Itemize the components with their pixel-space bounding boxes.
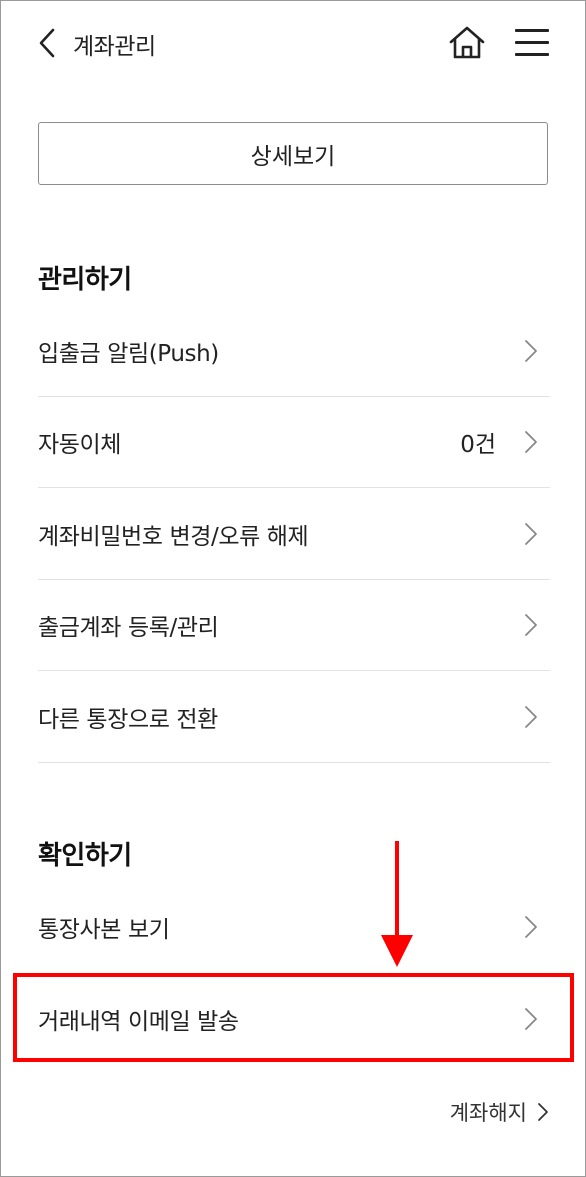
hamburger-menu-icon [515, 53, 549, 56]
menu-item-switch-account[interactable]: 다른 통장으로 전환 [38, 672, 550, 763]
chevron-right-icon [538, 1103, 548, 1121]
chevron-right-icon [525, 706, 537, 728]
section-title-manage: 관리하기 [38, 265, 132, 295]
chevron-right-icon [525, 523, 537, 545]
back-button[interactable] [33, 25, 63, 61]
home-button[interactable] [447, 23, 487, 63]
menu-item-label: 다른 통장으로 전환 [38, 707, 218, 733]
menu-item-label: 계좌비밀번호 변경/오류 해제 [38, 524, 309, 550]
app-screen: 계좌관리 상세보기 관리하기 입출금 알림(Push) 자동이체 0건 계좌비밀… [0, 0, 586, 1177]
top-header: 계좌관리 [1, 1, 585, 85]
highlight-box [13, 973, 574, 1062]
menu-item-auto-transfer[interactable]: 자동이체 0건 [38, 397, 550, 488]
auto-transfer-count: 0건 [460, 432, 496, 458]
detail-view-button[interactable]: 상세보기 [38, 122, 548, 185]
menu-item-label: 입출금 알림(Push) [38, 341, 219, 367]
home-icon [449, 26, 485, 59]
down-arrow-icon [381, 841, 413, 967]
menu-item-push-alert[interactable]: 입출금 알림(Push) [38, 306, 550, 397]
hamburger-menu-icon [515, 29, 549, 32]
menu-item-label: 자동이체 [38, 432, 122, 458]
page-title: 계좌관리 [73, 34, 156, 60]
hamburger-menu-icon [515, 41, 549, 44]
menu-item-withdraw-account[interactable]: 출금계좌 등록/관리 [38, 580, 550, 671]
close-account-label: 계좌해지 [449, 1101, 527, 1125]
chevron-left-icon [39, 28, 55, 58]
chevron-right-icon [525, 431, 537, 453]
chevron-right-icon [525, 340, 537, 362]
chevron-right-icon [525, 915, 537, 938]
menu-item-label: 출금계좌 등록/관리 [38, 615, 219, 641]
section-title-confirm: 확인하기 [38, 841, 132, 871]
chevron-right-icon [525, 614, 537, 636]
menu-item-password-change[interactable]: 계좌비밀번호 변경/오류 해제 [38, 489, 550, 580]
menu-item-label: 통장사본 보기 [38, 916, 170, 943]
menu-item-passbook-copy[interactable]: 통장사본 보기 [38, 881, 550, 972]
close-account-link[interactable]: 계좌해지 [450, 1097, 549, 1127]
menu-button[interactable] [515, 27, 551, 59]
